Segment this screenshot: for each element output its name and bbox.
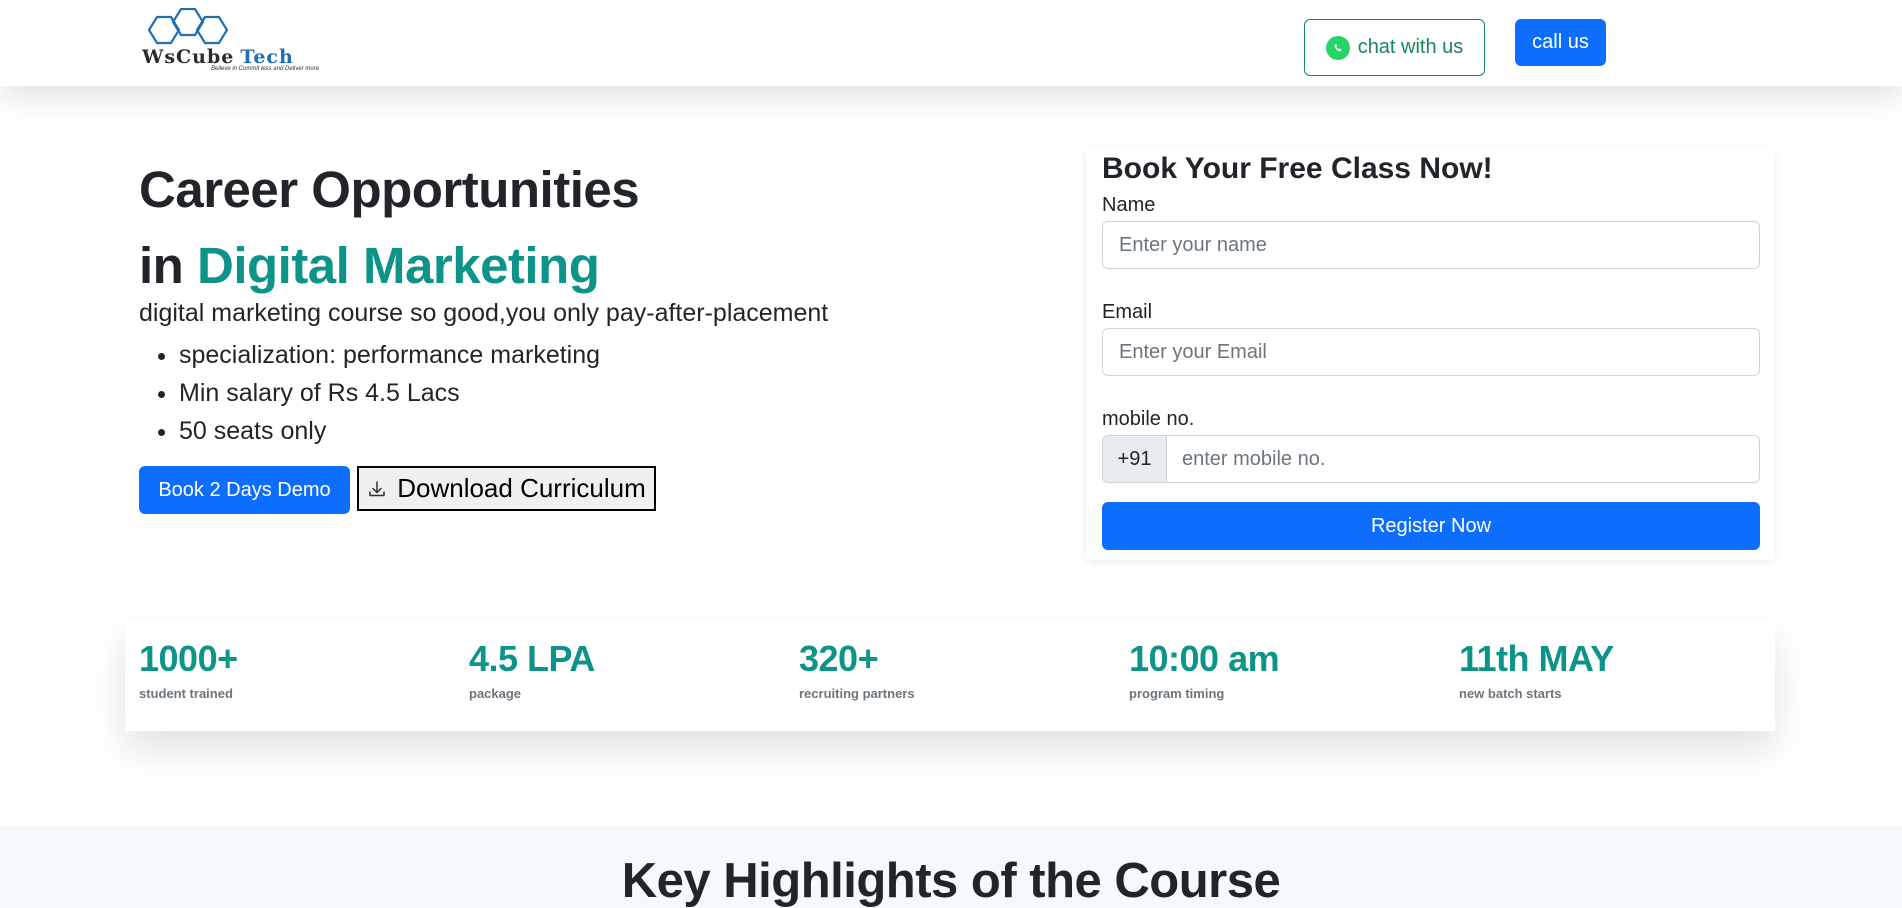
logo-tagline: Believe in Commit less and Deliver more: [211, 66, 320, 72]
stat-label: recruiting partners: [799, 686, 915, 701]
whatsapp-icon: [1325, 35, 1350, 60]
stat-value: 320+: [799, 638, 879, 679]
mobile-input[interactable]: enter mobile no.: [1167, 436, 1759, 482]
hero-title-prefix: in: [139, 237, 184, 294]
register-now-button[interactable]: Register Now: [1102, 502, 1760, 550]
country-code-prefix: +91: [1103, 436, 1167, 482]
stat-item: 1000+ student trained: [139, 638, 238, 701]
wscube-logo[interactable]: WsCube Tech Believe in Commit less and De…: [139, 8, 319, 76]
stat-item: 4.5 LPA package: [469, 638, 595, 701]
name-label: Name: [1102, 194, 1156, 216]
hero-title-line2: in Digital Marketing: [139, 228, 639, 304]
stat-label: student trained: [139, 686, 233, 701]
name-input[interactable]: Enter your name: [1102, 221, 1760, 269]
download-curriculum-button[interactable]: Download Curriculum: [357, 466, 656, 511]
mobile-label: mobile no.: [1102, 408, 1195, 430]
stat-item: 11th MAY new batch starts: [1459, 638, 1614, 701]
hero-title: Career Opportunities in Digital Marketin…: [139, 152, 640, 304]
stat-label: new batch starts: [1459, 686, 1562, 701]
mobile-input-group: +91 enter mobile no.: [1102, 435, 1760, 483]
book-demo-button[interactable]: Book 2 Days Demo: [139, 466, 350, 514]
logo-wordmark: WsCube Tech: [142, 46, 294, 68]
email-input[interactable]: Enter your Email: [1102, 328, 1760, 376]
stat-value: 1000+: [139, 638, 238, 679]
hero-bullet-list: specialization: performance marketing Mi…: [179, 336, 600, 450]
list-item: Min salary of Rs 4.5 Lacs: [179, 374, 600, 412]
logo-brand-ws: WsCube: [142, 46, 235, 68]
list-item: 50 seats only: [179, 412, 600, 450]
stats-bar: 1000+ student trained 4.5 LPA package 32…: [125, 620, 1775, 731]
download-curriculum-label: Download Curriculum: [397, 473, 646, 503]
form-title: Book Your Free Class Now!: [1102, 152, 1493, 185]
stat-label: program timing: [1129, 686, 1225, 701]
hero-description: digital marketing course so good,you onl…: [139, 299, 829, 327]
stat-item: 10:00 am program timing: [1129, 638, 1280, 701]
stat-label: package: [469, 686, 522, 701]
key-highlights-section: Key Highlights of the Course: [0, 825, 1902, 908]
chat-with-us-label: chat with us: [1357, 36, 1464, 58]
free-class-form: Book Your Free Class Now! Name Enter you…: [1086, 146, 1774, 560]
logo-brand-tech: Tech: [240, 46, 294, 68]
stat-value: 10:00 am: [1129, 638, 1280, 679]
call-us-button[interactable]: call us: [1515, 19, 1606, 66]
stat-item: 320+ recruiting partners: [799, 638, 915, 701]
stat-value: 11th MAY: [1459, 638, 1614, 679]
stat-value: 4.5 LPA: [469, 638, 595, 679]
email-label: Email: [1102, 301, 1153, 323]
section-title: Key Highlights of the Course: [621, 854, 1281, 908]
list-item: specialization: performance marketing: [179, 336, 600, 374]
site-header: WsCube Tech Believe in Commit less and De…: [0, 0, 1902, 86]
hero-title-line1: Career Opportunities: [139, 161, 640, 218]
hero-title-accent: Digital Marketing: [197, 237, 600, 294]
download-icon: [369, 480, 385, 496]
chat-with-us-button[interactable]: chat with us: [1304, 19, 1485, 76]
